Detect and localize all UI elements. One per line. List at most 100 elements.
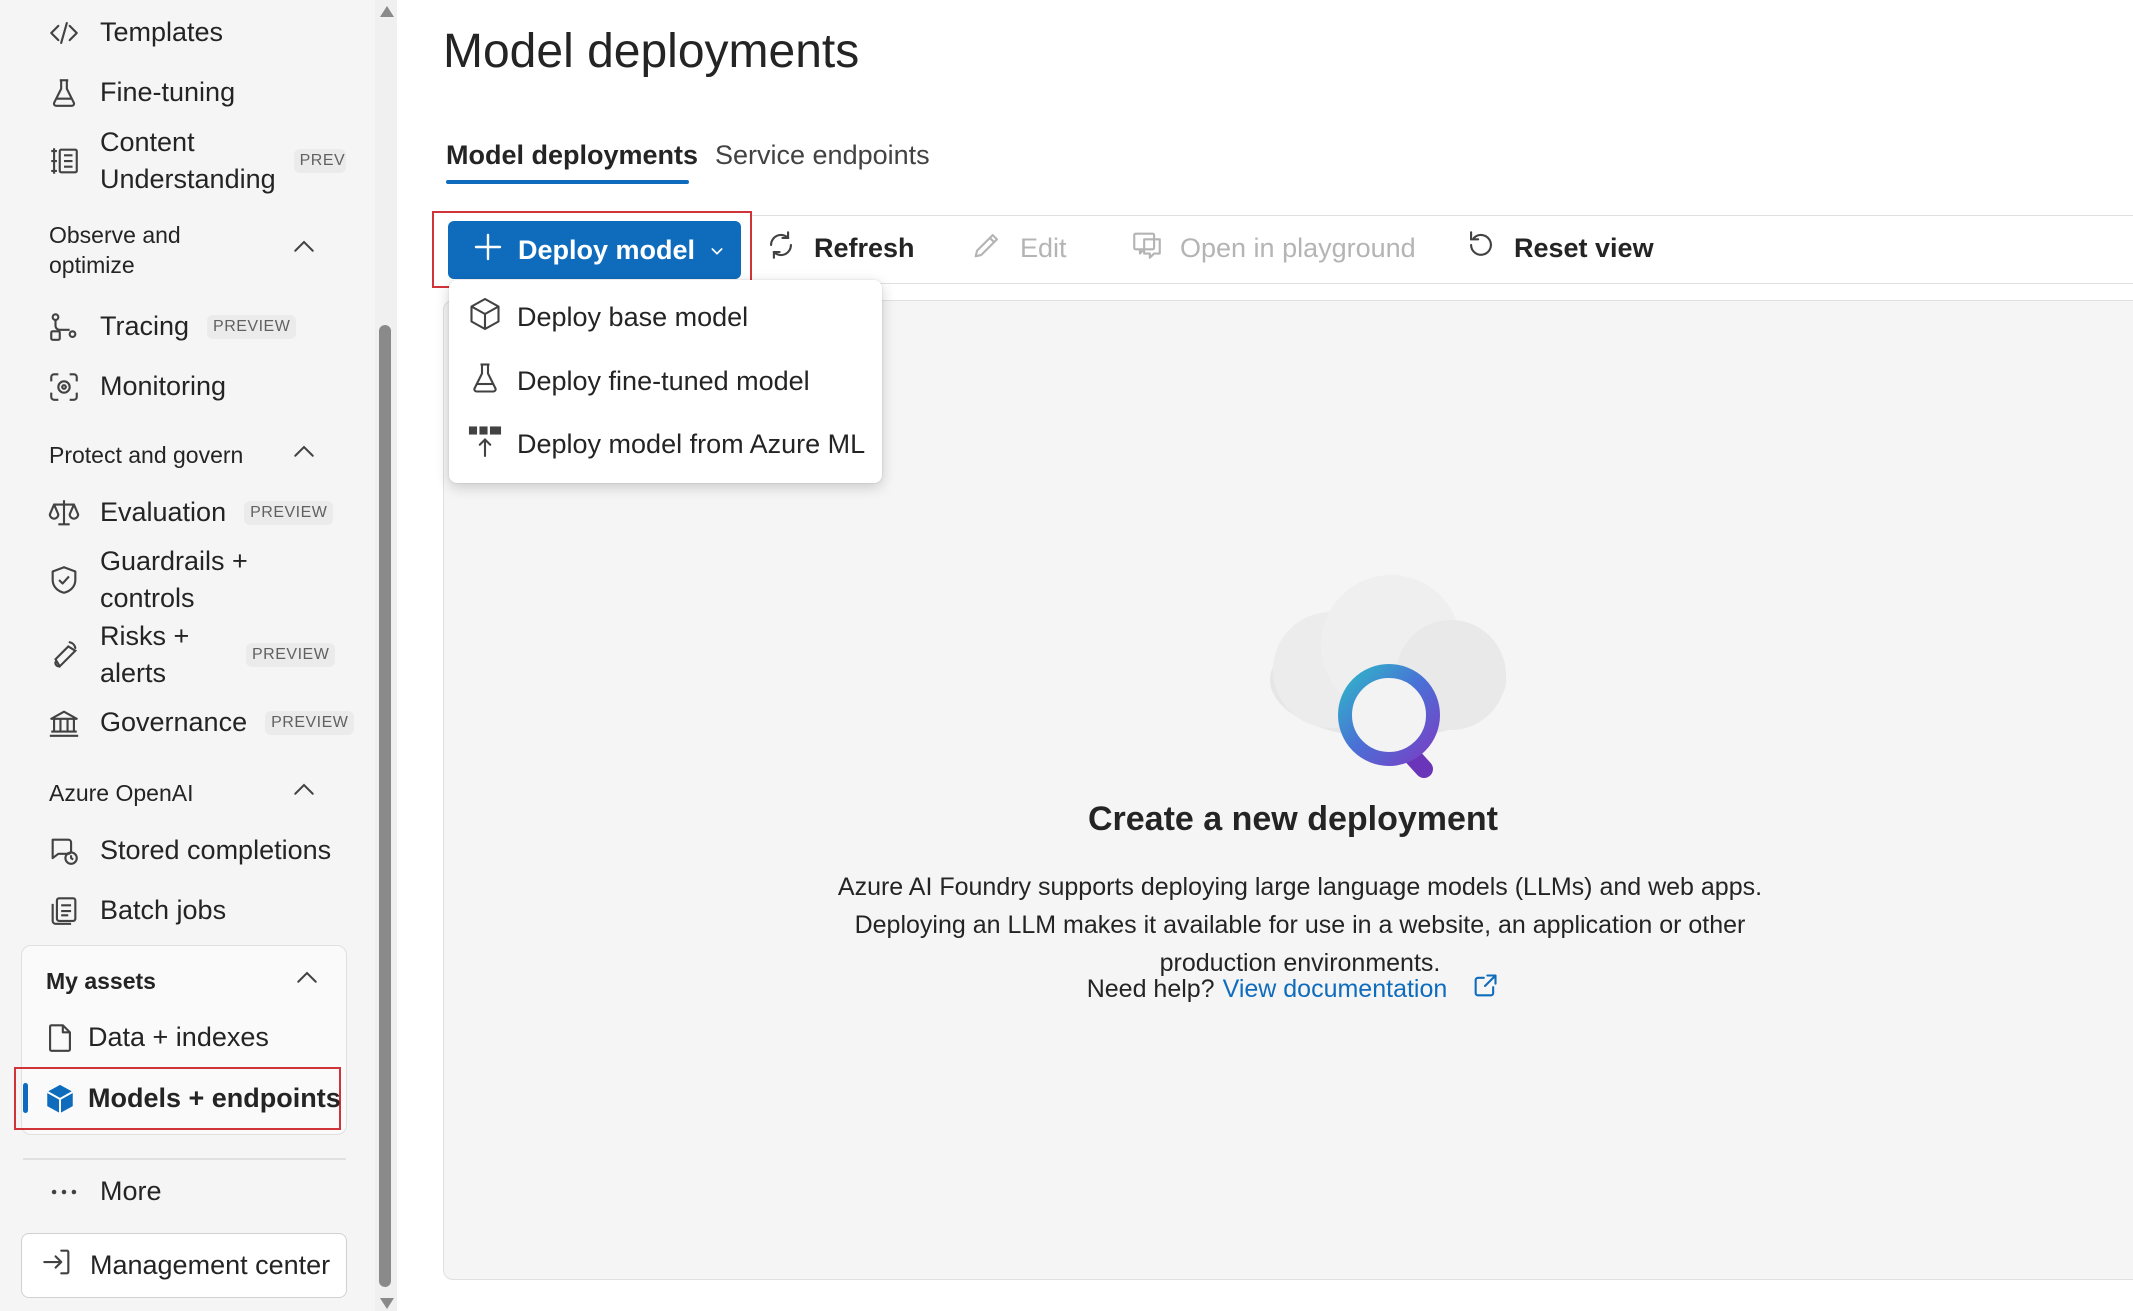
refresh-icon bbox=[764, 228, 798, 269]
menu-item-label: Deploy base model bbox=[517, 302, 749, 332]
sidebar-item-guardrails[interactable]: Guardrails + controls bbox=[46, 543, 248, 617]
menu-item-deploy-base-model[interactable]: Deploy base model bbox=[467, 296, 748, 339]
sidebar-item-risks[interactable]: Risks + alerts PREVIEW bbox=[46, 618, 346, 692]
open-in-playground-label: Open in playground bbox=[1180, 233, 1416, 263]
section-label: Protect and govern bbox=[49, 441, 244, 468]
sidebar-item-stored-completions[interactable]: Stored completions bbox=[46, 832, 331, 869]
page-title: Model deployments bbox=[443, 25, 860, 78]
building-icon bbox=[46, 705, 82, 741]
sidebar-item-fine-tuning[interactable]: Fine-tuning bbox=[46, 74, 235, 111]
active-indicator bbox=[23, 1083, 28, 1113]
sidebar-item-label: Guardrails + bbox=[100, 546, 248, 576]
flask-icon bbox=[467, 360, 503, 403]
section-label: Azure OpenAI bbox=[49, 779, 194, 806]
help-line: Need help? View documentation bbox=[443, 972, 2133, 1007]
deploy-model-button[interactable]: Deploy model bbox=[448, 221, 741, 279]
sidebar-item-data-indexes[interactable]: Data + indexes bbox=[42, 1019, 269, 1056]
sidebar-item-label: Content bbox=[100, 127, 195, 157]
shield-check-icon bbox=[46, 562, 82, 598]
chevron-up-icon[interactable] bbox=[289, 437, 319, 473]
sidebar-item-models-endpoints[interactable]: Models + endpoints bbox=[42, 1080, 341, 1117]
sidebar-item-label: Models + endpoints bbox=[88, 1083, 341, 1113]
sidebar-scrollbar[interactable] bbox=[375, 0, 397, 1311]
scales-icon bbox=[46, 495, 82, 531]
chevron-up-icon[interactable] bbox=[289, 232, 319, 268]
preview-badge: PREVIEW bbox=[246, 643, 336, 667]
section-observe[interactable]: Observe and optimize bbox=[49, 220, 319, 280]
plus-icon bbox=[472, 231, 504, 270]
edit-button[interactable]: Edit bbox=[970, 228, 1067, 269]
scroll-down-icon[interactable] bbox=[380, 1298, 394, 1309]
view-documentation-link[interactable]: View documentation bbox=[1223, 975, 1448, 1004]
section-azure-openai[interactable]: Azure OpenAI bbox=[49, 775, 319, 811]
alert-icon bbox=[46, 637, 82, 673]
sidebar-item-tracing[interactable]: Tracing PREVIEW bbox=[46, 308, 297, 345]
sidebar-item-label: Evaluation bbox=[100, 497, 227, 527]
toolbar-divider bbox=[750, 283, 2133, 284]
flask-icon bbox=[46, 75, 82, 111]
sidebar-item-label: Batch jobs bbox=[100, 895, 227, 925]
sidebar-item-governance[interactable]: Governance PREVIEW bbox=[46, 704, 355, 741]
scroll-up-icon[interactable] bbox=[380, 6, 394, 17]
scroll-thumb[interactable] bbox=[379, 325, 391, 1287]
sidebar-item-label: Stored completions bbox=[100, 835, 332, 865]
pencil-icon bbox=[970, 228, 1004, 269]
tab-service-endpoints[interactable]: Service endpoints bbox=[715, 140, 930, 171]
section-label: My assets bbox=[46, 967, 156, 994]
sidebar-item-label: Templates bbox=[100, 17, 224, 47]
tab-active-indicator bbox=[446, 180, 689, 184]
management-center-button[interactable]: Management center bbox=[21, 1233, 347, 1298]
tab-model-deployments[interactable]: Model deployments bbox=[446, 140, 698, 171]
code-icon bbox=[46, 15, 82, 51]
sidebar-item-monitoring[interactable]: Monitoring bbox=[46, 368, 226, 405]
reset-view-label: Reset view bbox=[1514, 233, 1654, 263]
sidebar-item-evaluation[interactable]: Evaluation PREVIEW bbox=[46, 494, 334, 531]
open-in-playground-button[interactable]: Open in playground bbox=[1130, 228, 1416, 269]
help-prefix: Need help? bbox=[1086, 975, 1215, 1003]
cube-icon bbox=[42, 1081, 78, 1117]
sidebar-divider bbox=[23, 1158, 346, 1160]
sidebar-item-more[interactable]: More bbox=[46, 1173, 162, 1210]
cube-outline-icon bbox=[467, 296, 503, 339]
chevron-down-icon bbox=[709, 235, 725, 266]
more-icon bbox=[46, 1174, 82, 1210]
chat-history-icon bbox=[46, 833, 82, 869]
reset-view-button[interactable]: Reset view bbox=[1464, 228, 1654, 269]
empty-state-title: Create a new deployment bbox=[1087, 800, 1498, 838]
toolbar-divider bbox=[750, 215, 2133, 216]
monitoring-icon bbox=[46, 369, 82, 405]
empty-state-description: Azure AI Foundry supports deploying larg… bbox=[837, 873, 1763, 977]
document-structure-icon bbox=[46, 143, 82, 179]
section-protect[interactable]: Protect and govern bbox=[49, 437, 319, 473]
menu-item-label: Deploy fine-tuned model bbox=[517, 366, 810, 396]
refresh-button[interactable]: Refresh bbox=[764, 228, 915, 269]
reset-icon bbox=[1464, 228, 1498, 269]
menu-item-label: Deploy model from Azure ML bbox=[517, 429, 866, 459]
sidebar-item-label: Monitoring bbox=[100, 371, 227, 401]
preview-badge: PREVIEW bbox=[207, 314, 297, 339]
section-my-assets[interactable]: My assets bbox=[46, 963, 322, 999]
management-center-label: Management center bbox=[90, 1250, 331, 1280]
sidebar-item-templates[interactable]: Templates bbox=[46, 14, 223, 51]
documents-stack-icon bbox=[46, 893, 82, 929]
sidebar-item-batch-jobs[interactable]: Batch jobs bbox=[46, 892, 226, 929]
tracing-icon bbox=[46, 309, 82, 345]
edit-label: Edit bbox=[1020, 233, 1067, 263]
document-icon bbox=[42, 1020, 78, 1056]
sidebar-item-label: Fine-tuning bbox=[100, 77, 236, 107]
deploy-model-menu: Deploy base model Deploy fine-tuned mode… bbox=[449, 280, 882, 483]
section-label: optimize bbox=[49, 252, 135, 278]
deploy-model-label: Deploy model bbox=[518, 234, 696, 265]
menu-item-deploy-from-azure-ml[interactable]: Deploy model from Azure ML bbox=[467, 423, 865, 466]
chevron-up-icon[interactable] bbox=[292, 963, 322, 999]
sidebar-item-content-understanding[interactable]: Content Understanding PREVIEW bbox=[46, 124, 346, 198]
sidebar: Templates Fine-tuning Content Understand… bbox=[0, 0, 375, 1311]
chevron-up-icon[interactable] bbox=[289, 775, 319, 811]
sidebar-item-label: Data + indexes bbox=[88, 1022, 269, 1052]
sidebar-item-label: More bbox=[100, 1176, 162, 1206]
open-external-icon[interactable] bbox=[1455, 972, 1499, 1007]
sidebar-item-label: Tracing bbox=[100, 311, 190, 341]
preview-badge: PREVIEW bbox=[293, 149, 346, 173]
chat-screen-icon bbox=[1130, 228, 1164, 269]
menu-item-deploy-fine-tuned-model[interactable]: Deploy fine-tuned model bbox=[467, 360, 810, 403]
